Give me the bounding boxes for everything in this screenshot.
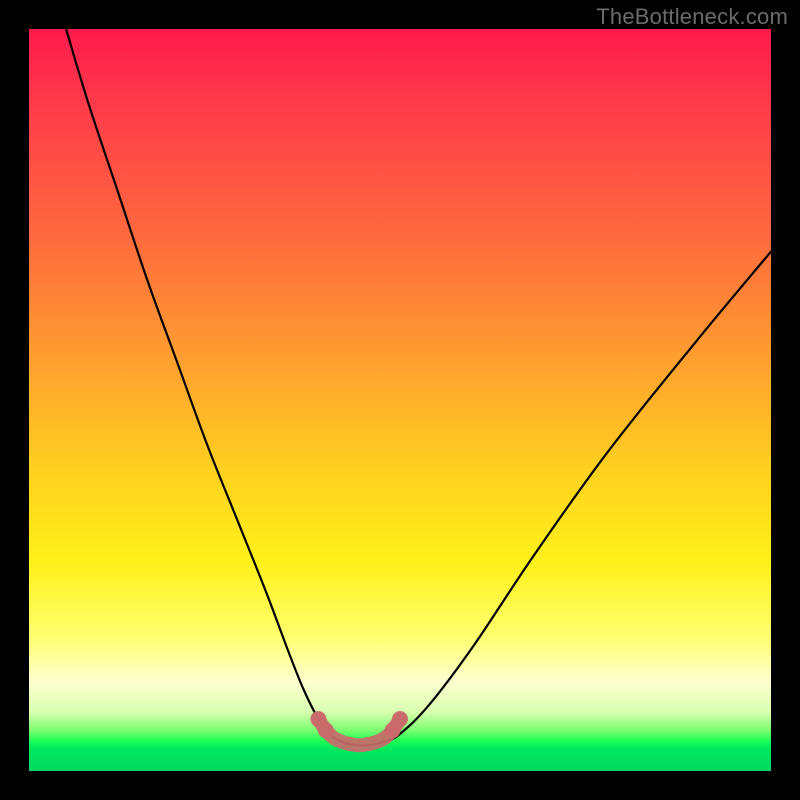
watermark-text: TheBottleneck.com <box>596 4 788 30</box>
chart-frame: TheBottleneck.com <box>0 0 800 800</box>
valley-marker-dots <box>310 711 408 738</box>
curve-layer <box>29 29 771 771</box>
plot-area <box>29 29 771 771</box>
valley-marker-dot <box>318 722 334 738</box>
valley-marker-dot <box>392 711 408 727</box>
bottleneck-curve <box>66 29 771 746</box>
